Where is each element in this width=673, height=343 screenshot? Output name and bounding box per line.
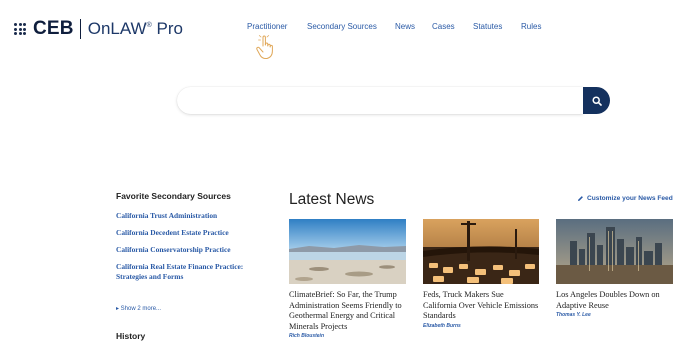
nav-practitioner[interactable]: Practitioner [247, 22, 287, 31]
news-author: Elizabeth Burns [423, 322, 461, 329]
news-author: Thomas Y. Lee [556, 312, 591, 318]
news-headline[interactable]: Los Angeles Doubles Down on Adaptive Reu… [556, 290, 673, 311]
top-header: CEB OnLAW® Pro Practitioner Secondary So… [0, 0, 673, 72]
brand-name: CEB [33, 18, 74, 39]
customize-label: Customize your News Feed [587, 195, 673, 202]
history-title: History [116, 331, 146, 341]
news-card[interactable]: ClimateBrief: So Far, the Trump Administ… [289, 219, 406, 339]
favorite-item-conservatorship[interactable]: California Conservatorship Practice [116, 245, 254, 255]
logo-divider [79, 19, 81, 39]
app-grid-icon[interactable] [14, 23, 26, 35]
desert-lake-photo [289, 219, 406, 284]
nav-statutes[interactable]: Statutes [473, 22, 502, 31]
search-bar [177, 87, 610, 114]
customize-news-feed-link[interactable]: Customize your News Feed [577, 195, 673, 202]
news-card[interactable]: Los Angeles Doubles Down on Adaptive Reu… [556, 219, 673, 318]
news-headline[interactable]: Feds, Truck Makers Sue California Over V… [423, 290, 539, 322]
favorites-title: Favorite Secondary Sources [116, 191, 231, 201]
search-icon [591, 95, 602, 106]
pointer-hand-icon [256, 35, 273, 60]
brand-logo[interactable]: CEB OnLAW® Pro [33, 18, 183, 40]
show-more-link[interactable]: ▸ Show 2 more... [116, 305, 161, 312]
product-name: OnLAW® Pro [87, 19, 183, 38]
favorite-item-real-estate-finance[interactable]: California Real Estate Finance Practice:… [116, 262, 254, 281]
nav-rules[interactable]: Rules [521, 22, 541, 31]
news-author: Rich Bloustein [289, 333, 325, 339]
la-skyline-photo [556, 219, 673, 284]
news-headline[interactable]: ClimateBrief: So Far, the Trump Administ… [289, 290, 406, 332]
nav-secondary-sources[interactable]: Secondary Sources [307, 22, 377, 31]
favorites-list: California Trust Administration Californ… [116, 211, 254, 289]
pencil-icon [578, 196, 583, 201]
news-title: Latest News [289, 191, 375, 208]
search-input[interactable] [177, 87, 583, 114]
search-button[interactable] [583, 87, 610, 114]
favorite-item-trust-administration[interactable]: California Trust Administration [116, 211, 254, 221]
news-card[interactable]: Feds, Truck Makers Sue California Over V… [423, 219, 539, 329]
nav-cases[interactable]: Cases [432, 22, 455, 31]
traffic-photo [423, 219, 539, 284]
nav-news[interactable]: News [395, 22, 415, 31]
favorite-item-decedent-estate[interactable]: California Decedent Estate Practice [116, 228, 254, 238]
